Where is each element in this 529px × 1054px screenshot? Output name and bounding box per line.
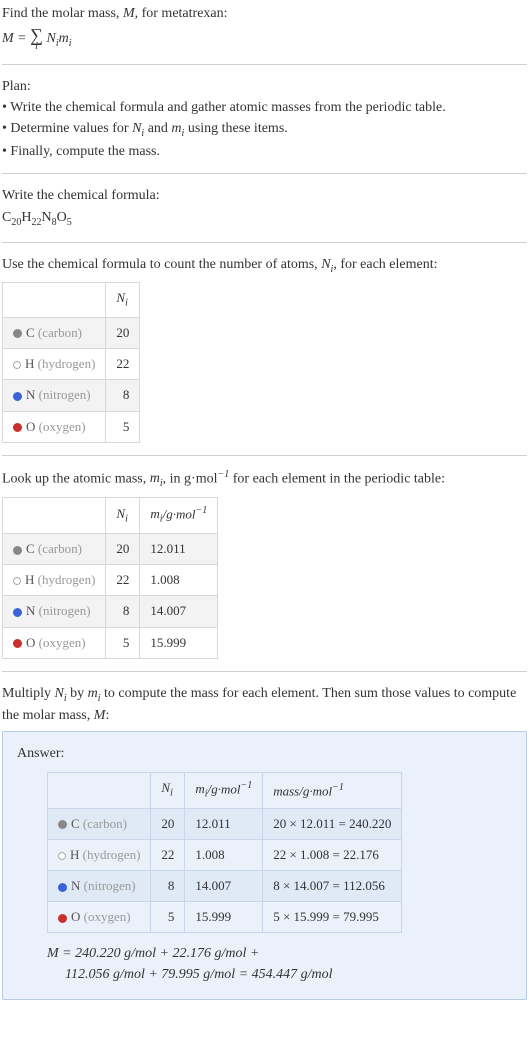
chemical-formula: C20H22N8O5	[2, 208, 527, 230]
plan-section: Plan: • Write the chemical formula and g…	[2, 77, 527, 162]
plan-title: Plan:	[2, 77, 527, 97]
table-row: N (nitrogen) 8 14.007	[3, 596, 218, 627]
answer-block: Answer: Ni mi/g·mol−1 mass/g·mol−1 C (ca…	[2, 731, 527, 1000]
multiply-heading: Multiply Ni by mi to compute the mass fo…	[2, 684, 527, 725]
count-section: Use the chemical formula to count the nu…	[2, 255, 527, 443]
element-dot-icon	[13, 361, 21, 369]
col-ni: Ni	[106, 498, 140, 534]
chemical-formula-section: Write the chemical formula: C20H22N8O5	[2, 186, 527, 229]
element-dot-icon	[58, 820, 67, 829]
element-dot-icon	[13, 392, 22, 401]
intro-section: Find the molar mass, M, for metatrexan: …	[2, 4, 527, 52]
element-dot-icon	[13, 423, 22, 432]
answer-label: Answer:	[17, 744, 512, 764]
element-dot-icon	[58, 883, 67, 892]
chem-heading: Write the chemical formula:	[2, 186, 527, 206]
count-heading: Use the chemical formula to count the nu…	[2, 255, 527, 277]
plan-item: • Write the chemical formula and gather …	[2, 98, 527, 118]
table-row: H (hydrogen) 22 1.008 22 × 1.008 = 22.17…	[48, 839, 402, 870]
table-row: O (oxygen) 5 15.999	[3, 627, 218, 658]
divider	[2, 242, 527, 243]
element-dot-icon	[58, 852, 66, 860]
table-row: N (nitrogen) 8 14.007 8 × 14.007 = 112.0…	[48, 871, 402, 902]
molar-mass-formula: M = ∑i Nimi	[2, 26, 527, 52]
col-ni: Ni	[106, 283, 140, 318]
answer-table: Ni mi/g·mol−1 mass/g·mol−1 C (carbon) 20…	[47, 772, 402, 934]
plan-item: • Determine values for Ni and mi using t…	[2, 119, 527, 141]
element-dot-icon	[58, 914, 67, 923]
col-mi: mi/g·mol−1	[140, 498, 218, 534]
element-dot-icon	[13, 639, 22, 648]
mass-section: Look up the atomic mass, mi, in g·mol−1 …	[2, 468, 527, 659]
table-row: C (carbon) 20 12.011 20 × 12.011 = 240.2…	[48, 808, 402, 839]
col-ni: Ni	[151, 772, 185, 808]
multiply-section: Multiply Ni by mi to compute the mass fo…	[2, 684, 527, 1001]
element-dot-icon	[13, 329, 22, 338]
col-mi: mi/g·mol−1	[185, 772, 263, 808]
divider	[2, 671, 527, 672]
element-dot-icon	[13, 608, 22, 617]
table-row: O (oxygen) 5	[3, 411, 140, 442]
divider	[2, 455, 527, 456]
element-dot-icon	[13, 577, 21, 585]
table-row: H (hydrogen) 22 1.008	[3, 565, 218, 596]
mass-table: Ni mi/g·mol−1 C (carbon) 20 12.011 H (hy…	[2, 497, 218, 659]
col-mass: mass/g·mol−1	[263, 772, 402, 808]
mass-heading: Look up the atomic mass, mi, in g·mol−1 …	[2, 468, 527, 491]
table-row: H (hydrogen) 22	[3, 349, 140, 380]
table-row: N (nitrogen) 8	[3, 380, 140, 411]
count-table: Ni C (carbon) 20 H (hydrogen) 22 N (nitr…	[2, 282, 140, 442]
divider	[2, 64, 527, 65]
table-row: C (carbon) 20	[3, 317, 140, 348]
final-calc: M = 240.220 g/mol + 22.176 g/mol + 112.0…	[47, 943, 512, 985]
table-row: C (carbon) 20 12.011	[3, 534, 218, 565]
plan-item: • Finally, compute the mass.	[2, 142, 527, 162]
element-dot-icon	[13, 546, 22, 555]
divider	[2, 173, 527, 174]
intro-line: Find the molar mass, M, for metatrexan:	[2, 4, 527, 24]
table-row: O (oxygen) 5 15.999 5 × 15.999 = 79.995	[48, 902, 402, 933]
